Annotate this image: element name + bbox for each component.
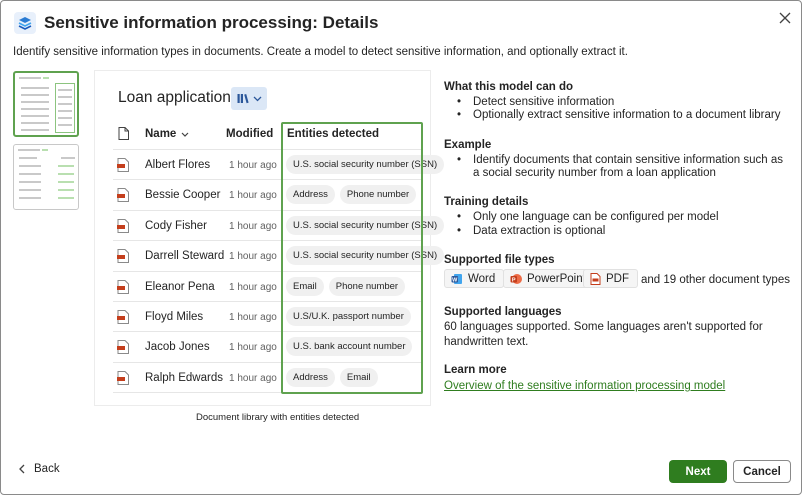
thumbnail-loan-application-extracted[interactable] xyxy=(13,144,79,210)
column-header-name[interactable]: Name xyxy=(145,128,189,140)
section-heading-capabilities: What this model can do xyxy=(444,81,574,93)
entity-chip: U.S. social security number (SSN) xyxy=(286,215,445,235)
row-modified: 1 hour ago xyxy=(229,220,277,232)
entity-chip: U.S. bank account number xyxy=(286,337,413,357)
list-item: Optionally extract sensitive information… xyxy=(457,109,780,122)
table-row[interactable]: Albert Flores 1 hour ago U.S. social secur… xyxy=(95,150,445,180)
column-header-name-label: Name xyxy=(145,128,177,140)
row-name[interactable]: Albert Flores xyxy=(145,159,210,171)
section-heading-learn-more: Learn more xyxy=(444,364,507,376)
pdf-file-icon xyxy=(117,188,129,207)
section-heading-languages: Supported languages xyxy=(444,306,562,318)
entity-chip: Email xyxy=(339,367,378,387)
row-entities: U.S. social security number (SSN) xyxy=(286,215,445,235)
row-entities: Address Phone number xyxy=(286,185,417,205)
table-row[interactable]: Ralph Edwards 1 hour ago Address Email xyxy=(95,363,430,393)
document-library-preview: Loan application Name Modified Entities … xyxy=(95,71,445,405)
pdf-file-icon xyxy=(117,279,129,299)
pdf-file-icon xyxy=(117,370,129,390)
pdf-file-icon xyxy=(117,218,129,238)
entity-chip: Email xyxy=(286,276,324,296)
row-modified: 1 hour ago xyxy=(229,190,277,202)
row-divider xyxy=(113,392,423,394)
learn-more-link[interactable]: Overview of the sensitive information pr… xyxy=(444,380,725,392)
back-label: Back xyxy=(34,463,60,475)
pdf-file-icon xyxy=(117,310,129,329)
row-entities: Address Email xyxy=(286,367,378,387)
list-item: Detect sensitive information xyxy=(457,96,614,109)
row-name[interactable]: Bessie Cooper xyxy=(145,189,220,201)
entity-chip: Phone number xyxy=(339,185,417,205)
file-type-powerpoint: P PowerPoint xyxy=(503,269,595,288)
row-modified: 1 hour ago xyxy=(229,342,277,354)
entity-chip: U.S/U.K. passport number xyxy=(286,307,411,326)
table-row[interactable]: Eleanor Pena 1 hour ago Email Phone number xyxy=(95,272,430,302)
powerpoint-icon: P xyxy=(510,273,522,284)
entity-chip: Phone number xyxy=(328,276,406,296)
row-entities: U.S. social security number (SSN) xyxy=(286,246,445,266)
word-icon: W xyxy=(451,273,462,284)
layers-icon xyxy=(14,12,36,34)
row-entities: U.S/U.K. passport number xyxy=(286,307,411,326)
row-modified: 1 hour ago xyxy=(229,281,277,293)
table-row[interactable]: Cody Fisher 1 hour ago U.S. social securit… xyxy=(95,211,445,241)
row-name[interactable]: Jacob Jones xyxy=(145,341,210,353)
column-header-modified[interactable]: Modified xyxy=(226,128,273,140)
pdf-icon xyxy=(590,272,601,285)
row-modified: 1 hour ago xyxy=(229,372,277,384)
table-row[interactable]: Bessie Cooper 1 hour ago Address Phone numb… xyxy=(95,180,430,210)
back-button[interactable]: Back xyxy=(18,463,60,475)
next-button[interactable]: Next xyxy=(669,460,727,483)
row-entities: U.S. social security number (SSN) xyxy=(286,155,445,174)
row-modified: 1 hour ago xyxy=(229,251,277,263)
svg-text:W: W xyxy=(452,277,458,283)
entity-chip: Address xyxy=(286,185,335,205)
entity-chip: U.S. social security number (SSN) xyxy=(286,155,445,174)
entity-chip: U.S. social security number (SSN) xyxy=(286,246,445,266)
row-name[interactable]: Cody Fisher xyxy=(145,220,207,232)
section-heading-training: Training details xyxy=(444,196,529,208)
pdf-file-icon xyxy=(117,249,129,268)
pdf-file-icon xyxy=(117,158,129,177)
chevron-left-icon xyxy=(19,464,25,474)
svg-text:P: P xyxy=(512,277,516,283)
dialog-subtitle: Identify sensitive information types in … xyxy=(13,46,628,58)
row-name[interactable]: Ralph Edwards xyxy=(145,372,223,384)
thumbnail-loan-application[interactable] xyxy=(13,71,79,137)
file-type-header-icon xyxy=(118,127,129,145)
library-view-button[interactable] xyxy=(231,87,267,110)
column-header-entities[interactable]: Entities detected xyxy=(287,128,379,140)
list-item: Data extraction is optional xyxy=(457,225,605,238)
list-item: Only one language can be configured per … xyxy=(457,211,719,224)
pdf-file-icon xyxy=(117,340,129,359)
row-name[interactable]: Floyd Miles xyxy=(145,311,203,323)
preview-caption: Document library with entities detected xyxy=(196,412,360,423)
row-entities: Email Phone number xyxy=(286,276,406,296)
languages-text: 60 languages supported. Some languages a… xyxy=(444,321,763,348)
section-heading-example: Example xyxy=(444,139,492,151)
table-row[interactable]: Floyd Miles 1 hour ago U.S/U.K. passport n… xyxy=(95,302,430,332)
row-name[interactable]: Eleanor Pena xyxy=(145,281,215,293)
library-title: Loan application xyxy=(118,89,231,106)
close-icon[interactable] xyxy=(776,9,794,27)
table-row[interactable]: Darrell Steward 1 hour ago U.S. social sec… xyxy=(95,241,445,271)
chevron-down-icon xyxy=(253,96,261,101)
list-item: Identify documents that contain sensitiv… xyxy=(457,154,789,180)
row-entities: U.S. bank account number xyxy=(286,337,413,357)
file-type-word: W Word xyxy=(444,269,505,288)
dialog-title: Sensitive information processing: Detail… xyxy=(44,13,379,32)
entity-chip: Address xyxy=(286,367,335,387)
file-type-pdf: PDF xyxy=(583,269,638,288)
cancel-button[interactable]: Cancel xyxy=(733,460,791,483)
library-icon xyxy=(237,94,249,104)
row-name[interactable]: Darrell Steward xyxy=(145,250,224,262)
section-heading-file-types: Supported file types xyxy=(444,254,555,266)
file-types-more: and 19 other document types xyxy=(641,274,790,286)
table-row[interactable]: Jacob Jones 1 hour ago U.S. bank account n… xyxy=(95,332,430,362)
row-modified: 1 hour ago xyxy=(229,160,277,171)
chevron-down-icon xyxy=(181,132,189,137)
row-modified: 1 hour ago xyxy=(229,312,277,323)
